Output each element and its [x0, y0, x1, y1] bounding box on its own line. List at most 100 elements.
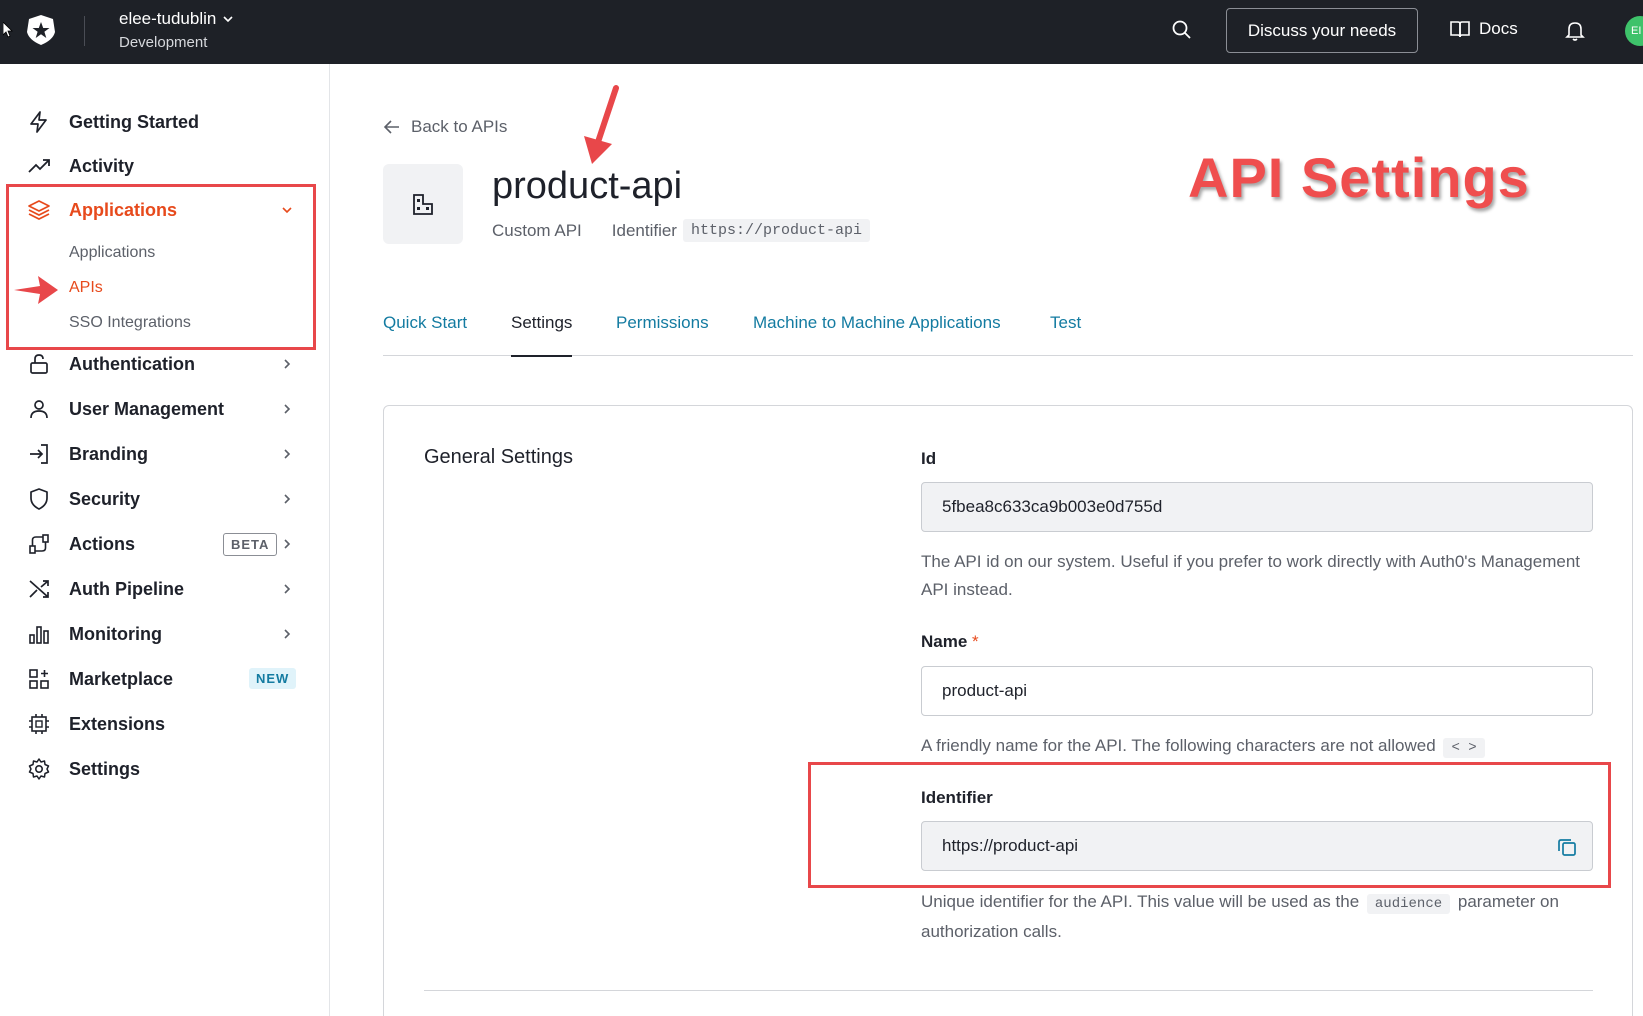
- chevron-down-icon: [282, 207, 292, 214]
- chevron-right-icon: [284, 629, 291, 639]
- copy-icon[interactable]: [1556, 836, 1578, 858]
- page-title: product-api: [492, 165, 683, 207]
- tab-quick-start[interactable]: Quick Start: [383, 313, 467, 357]
- sidebar-item-actions[interactable]: Actions BETA: [26, 526, 302, 562]
- tenant-switcher[interactable]: elee-tudublin Development: [119, 9, 234, 51]
- user-icon: [26, 396, 52, 422]
- arrow-left-icon: [383, 120, 399, 134]
- sidebar-item-label: Marketplace: [69, 668, 174, 689]
- sidebar-item-label: Auth Pipeline: [69, 578, 185, 599]
- identifier-label: Identifier: [611, 220, 677, 240]
- sidebar-item-user-management[interactable]: User Management: [26, 391, 302, 427]
- tenant-environment: Development: [119, 34, 208, 51]
- topbar-divider: [84, 16, 85, 46]
- tab-test[interactable]: Test: [1050, 313, 1081, 357]
- new-badge: NEW: [249, 668, 297, 689]
- back-to-apis-link[interactable]: Back to APIs: [383, 117, 507, 137]
- identifier-help-code: audience: [1366, 894, 1451, 914]
- layers-icon: [26, 197, 52, 223]
- api-meta: Custom API Identifier https://product-ap…: [492, 219, 870, 242]
- sidebar-item-label: Getting Started: [69, 111, 200, 132]
- identifier-help-text: Unique identifier for the API. This valu…: [921, 888, 1601, 946]
- docs-label: Docs: [1479, 19, 1518, 38]
- sidebar-item-marketplace[interactable]: Marketplace NEW: [26, 661, 302, 697]
- chip-icon: [26, 711, 52, 737]
- chevron-right-icon: [284, 404, 291, 414]
- sidebar-item-applications[interactable]: Applications: [26, 192, 302, 228]
- trending-up-icon: [26, 153, 52, 179]
- name-label: Name *: [921, 632, 979, 652]
- api-type: Custom API: [492, 220, 582, 240]
- section-divider: [424, 990, 1593, 991]
- chevron-right-icon: [284, 584, 291, 594]
- sidebar-item-label: Settings: [69, 758, 141, 779]
- sidebar-item-security[interactable]: Security: [26, 481, 302, 517]
- tab-bar: Quick Start Settings Permissions Machine…: [383, 306, 1633, 357]
- annotation-arrow-title-icon: [584, 85, 619, 164]
- name-help-main: A friendly name for the API. The followi…: [921, 736, 1436, 755]
- building-icon: [413, 194, 433, 215]
- bar-chart-icon: [26, 621, 52, 647]
- sidebar-item-label: Branding: [69, 443, 148, 464]
- grid-plus-icon: [26, 666, 52, 692]
- discuss-your-needs-button[interactable]: Discuss your needs: [1226, 8, 1418, 53]
- section-title: General Settings: [424, 446, 573, 468]
- avatar[interactable]: EI: [1625, 16, 1643, 46]
- back-label: Back to APIs: [411, 117, 508, 136]
- required-marker: *: [972, 632, 979, 651]
- sidebar-item-settings[interactable]: Settings: [26, 751, 302, 787]
- name-help-text: A friendly name for the API. The followi…: [921, 732, 1601, 762]
- bell-icon[interactable]: [1563, 18, 1587, 42]
- name-field[interactable]: product-api: [921, 666, 1593, 716]
- sidebar-item-getting-started[interactable]: Getting Started: [26, 104, 302, 140]
- sidebar-item-label: Monitoring: [69, 623, 162, 644]
- flow-icon: [26, 531, 52, 557]
- identifier-help-before: Unique identifier for the API. This valu…: [921, 892, 1360, 911]
- sidebar-item-branding[interactable]: Branding: [26, 436, 302, 472]
- annotation-title: API Settings: [1188, 146, 1530, 209]
- id-field[interactable]: 5fbea8c633ca9b003e0d755d: [921, 482, 1593, 532]
- docs-link[interactable]: Docs: [1449, 18, 1518, 40]
- tab-machine-to-machine-applications[interactable]: Machine to Machine Applications: [753, 313, 1001, 357]
- sidebar-item-auth-pipeline[interactable]: Auth Pipeline: [26, 571, 302, 607]
- sidebar-item-label: Activity: [69, 155, 135, 176]
- api-icon: [383, 164, 463, 244]
- sidebar-item-label: Actions: [69, 533, 136, 554]
- sidebar: Getting Started Activity Applications Ap…: [0, 64, 330, 1016]
- tab-permissions[interactable]: Permissions: [616, 313, 709, 357]
- book-icon: [1450, 21, 1470, 38]
- chevron-right-icon: [284, 449, 291, 459]
- top-bar: elee-tudublin Development Discuss your n…: [0, 0, 1643, 64]
- id-help-text: The API id on our system. Useful if you …: [921, 552, 1580, 599]
- identifier-value: https://product-api: [682, 219, 870, 242]
- auth0-logo-icon[interactable]: [26, 14, 56, 46]
- tab-settings[interactable]: Settings: [511, 313, 573, 357]
- sidebar-subitem-applications[interactable]: Applications: [69, 244, 155, 262]
- sidebar-subitem-sso-integrations[interactable]: SSO Integrations: [69, 314, 191, 332]
- name-label-text: Name: [921, 632, 968, 651]
- chevron-right-icon: [284, 539, 291, 549]
- sidebar-item-label: Security: [69, 488, 141, 509]
- sidebar-item-activity[interactable]: Activity: [26, 148, 302, 184]
- sign-in-icon: [26, 441, 52, 467]
- id-label: Id: [921, 449, 937, 468]
- sidebar-item-label: Extensions: [69, 713, 166, 734]
- sidebar-item-label: Authentication: [69, 353, 195, 374]
- search-icon[interactable]: [1170, 18, 1194, 42]
- identifier-field[interactable]: https://product-api: [921, 821, 1593, 871]
- tenant-name: elee-tudublin: [119, 9, 217, 28]
- mouse-cursor-icon: [3, 22, 13, 38]
- chevron-right-icon: [284, 494, 291, 504]
- sidebar-item-authentication[interactable]: Authentication: [26, 346, 302, 382]
- gear-icon: [26, 756, 52, 782]
- sidebar-item-label: Applications: [69, 199, 178, 220]
- identifier-field-value: https://product-api: [942, 836, 1079, 855]
- identifier-label: Identifier: [921, 788, 993, 807]
- sidebar-subitem-apis[interactable]: APIs: [69, 279, 103, 297]
- beta-badge: BETA: [223, 533, 278, 556]
- chevron-down-icon: [223, 16, 233, 23]
- general-settings-card: General Settings Id 5fbea8c633ca9b003e0d…: [383, 405, 1633, 1016]
- sidebar-item-extensions[interactable]: Extensions: [26, 706, 302, 742]
- shield-icon: [26, 486, 52, 512]
- sidebar-item-monitoring[interactable]: Monitoring: [26, 616, 302, 652]
